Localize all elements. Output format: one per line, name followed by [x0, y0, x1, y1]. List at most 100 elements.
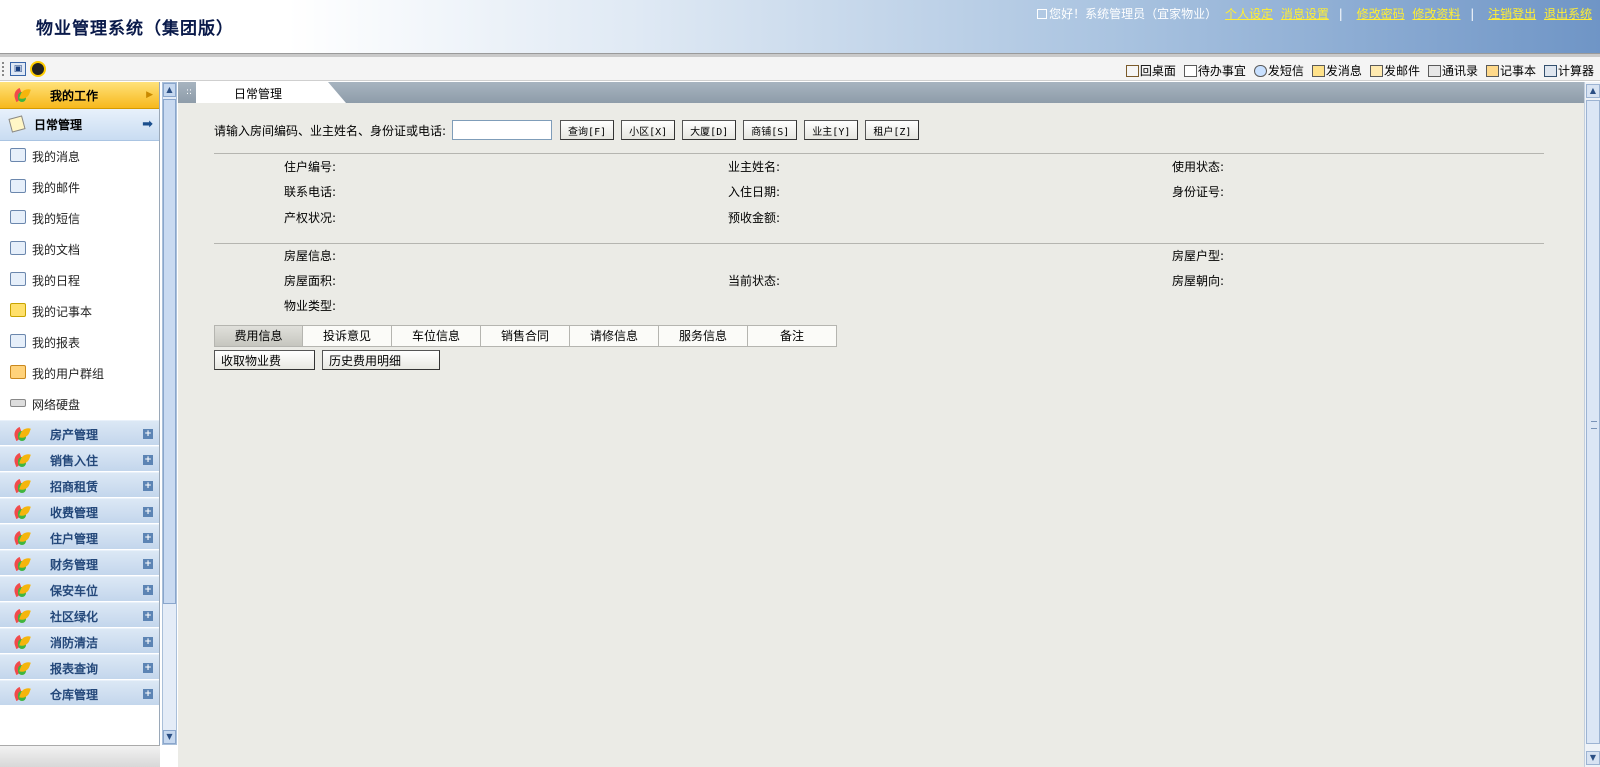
- sidebar-item-reports[interactable]: 我的报表: [0, 327, 159, 358]
- scroll-down-icon[interactable]: ▼: [163, 730, 176, 744]
- sidebar-section-reports[interactable]: 报表查询 +: [0, 654, 159, 680]
- expand-icon[interactable]: +: [143, 585, 153, 595]
- app-header: 物业管理系统（集团版） 您好！系统管理员（宜家物业） 个人设定 消息设置 | 修…: [0, 0, 1600, 53]
- prepaid-label: 预收金额:: [728, 211, 781, 225]
- sidebar-item-schedule[interactable]: 我的日程: [0, 265, 159, 296]
- section-label: 报表查询: [50, 662, 99, 676]
- community-button[interactable]: 小区[X]: [621, 120, 676, 140]
- sidebar-item-sms[interactable]: 我的短信: [0, 203, 159, 234]
- notepad-button[interactable]: 记事本: [1485, 62, 1536, 79]
- sidebar-section-property[interactable]: 房产管理 +: [0, 420, 159, 446]
- leaf-icon: [14, 479, 30, 493]
- expand-icon[interactable]: +: [143, 689, 153, 699]
- calculator-label: 计算器: [1557, 64, 1594, 78]
- window-icon[interactable]: ▣: [10, 62, 26, 76]
- change-password-link[interactable]: 修改密码: [1357, 7, 1405, 21]
- message-settings-link[interactable]: 消息设置: [1281, 7, 1329, 21]
- sidebar-item-notepad[interactable]: 我的记事本: [0, 296, 159, 327]
- sidebar-section-security[interactable]: 保安车位 +: [0, 576, 159, 602]
- sidebar-item-label: 我的文档: [32, 243, 81, 257]
- edit-profile-link[interactable]: 修改资料: [1412, 7, 1460, 21]
- personal-settings-link[interactable]: 个人设定: [1225, 7, 1273, 21]
- sidebar-footer: [0, 745, 160, 767]
- send-message-button[interactable]: 发消息: [1311, 62, 1362, 79]
- leaf-icon: [14, 427, 30, 441]
- qq-icon[interactable]: [30, 61, 46, 77]
- sidebar-section-residents[interactable]: 住户管理 +: [0, 524, 159, 550]
- todo-button[interactable]: 待办事宜: [1183, 62, 1246, 79]
- section-label: 保安车位: [50, 584, 99, 598]
- sidebar-item-mail[interactable]: 我的邮件: [0, 172, 159, 203]
- expand-icon[interactable]: +: [143, 663, 153, 673]
- tab-complaints[interactable]: 投诉意见: [303, 325, 392, 347]
- id-no-label: 身份证号:: [1172, 185, 1225, 199]
- notepad-icon: [1485, 64, 1499, 77]
- tab-fee-info[interactable]: 费用信息: [214, 325, 303, 347]
- sidebar-section-greening[interactable]: 社区绿化 +: [0, 602, 159, 628]
- sidebar-scroll-thumb[interactable]: [163, 99, 176, 604]
- leaf-icon: [14, 531, 30, 545]
- pencil-icon: [8, 115, 26, 133]
- sidebar-section-finance[interactable]: 财务管理 +: [0, 550, 159, 576]
- expand-icon[interactable]: +: [143, 533, 153, 543]
- tab-parking[interactable]: 车位信息: [392, 325, 481, 347]
- sidebar-my-work-label: 我的工作: [50, 88, 99, 103]
- main-scroll-thumb[interactable]: [1586, 100, 1600, 744]
- sidebar-section-cleaning[interactable]: 消防清洁 +: [0, 628, 159, 654]
- notebook-icon: [10, 303, 26, 317]
- address-book-button[interactable]: 通讯录: [1427, 62, 1478, 79]
- sidebar-daily-management[interactable]: 日常管理 ➡: [0, 109, 159, 141]
- expand-icon[interactable]: +: [143, 611, 153, 621]
- sidebar-section-leasing[interactable]: 招商租赁 +: [0, 472, 159, 498]
- scroll-up-icon[interactable]: ▲: [1586, 84, 1600, 98]
- sidebar-item-label: 我的用户群组: [32, 367, 105, 381]
- tab-service-info[interactable]: 服务信息: [659, 325, 748, 347]
- scroll-up-icon[interactable]: ▲: [163, 83, 176, 97]
- send-mail-button[interactable]: 发邮件: [1369, 62, 1420, 79]
- shop-button[interactable]: 商铺[S]: [743, 120, 798, 140]
- sidebar-my-work[interactable]: 我的工作 ▶: [0, 82, 159, 109]
- property-status-label: 产权状况:: [284, 211, 337, 225]
- logout-link[interactable]: 注销登出: [1488, 7, 1536, 21]
- sidebar-item-messages[interactable]: 我的消息: [0, 141, 159, 172]
- calculator-button[interactable]: 计算器: [1543, 62, 1594, 79]
- tab-remarks[interactable]: 备注: [748, 325, 837, 347]
- send-sms-button[interactable]: 发短信: [1253, 62, 1304, 79]
- expand-icon[interactable]: +: [143, 507, 153, 517]
- section-label: 房产管理: [50, 428, 99, 442]
- sidebar-section-sales[interactable]: 销售入住 +: [0, 446, 159, 472]
- search-input[interactable]: [452, 120, 553, 140]
- query-button[interactable]: 查询[F]: [560, 120, 615, 140]
- sidebar-section-charges[interactable]: 收费管理 +: [0, 498, 159, 524]
- desktop-button[interactable]: 回桌面: [1125, 62, 1176, 79]
- sidebar-item-documents[interactable]: 我的文档: [0, 234, 159, 265]
- main-scrollbar[interactable]: ▲ ▼: [1584, 82, 1600, 767]
- fee-history-button[interactable]: 历史费用明细: [322, 350, 440, 370]
- sidebar-scrollbar[interactable]: ▲ ▼: [162, 82, 177, 745]
- expand-icon[interactable]: +: [143, 481, 153, 491]
- tab-daily-management[interactable]: 日常管理: [196, 82, 516, 103]
- sidebar-item-network-disk[interactable]: 网络硬盘: [0, 389, 159, 420]
- tab-repair-info[interactable]: 请修信息: [570, 325, 659, 347]
- owner-name-label: 业主姓名:: [728, 160, 781, 174]
- tab-sales-contract[interactable]: 销售合同: [481, 325, 570, 347]
- expand-icon[interactable]: +: [143, 559, 153, 569]
- exit-system-link[interactable]: 退出系统: [1544, 7, 1592, 21]
- sidebar-item-user-groups[interactable]: 我的用户群组: [0, 358, 159, 389]
- expand-icon[interactable]: +: [143, 429, 153, 439]
- checkin-date-label: 入住日期:: [728, 185, 781, 199]
- scroll-down-icon[interactable]: ▼: [1586, 751, 1600, 765]
- owner-button[interactable]: 业主[Y]: [804, 120, 859, 140]
- calculator-icon: [1543, 64, 1557, 77]
- building-button[interactable]: 大厦[D]: [682, 120, 737, 140]
- expand-icon[interactable]: +: [143, 455, 153, 465]
- tenant-button[interactable]: 租户[Z]: [865, 120, 920, 140]
- toolbar-grip[interactable]: [2, 62, 6, 76]
- section-label: 财务管理: [50, 558, 99, 572]
- sidebar-section-warehouse[interactable]: 仓库管理 +: [0, 680, 159, 706]
- expand-icon[interactable]: +: [143, 637, 153, 647]
- hard-disk-icon: [10, 399, 26, 407]
- leaf-icon: [14, 453, 30, 467]
- desktop-label: 回桌面: [1139, 64, 1176, 78]
- collect-fee-button[interactable]: 收取物业费: [214, 350, 315, 370]
